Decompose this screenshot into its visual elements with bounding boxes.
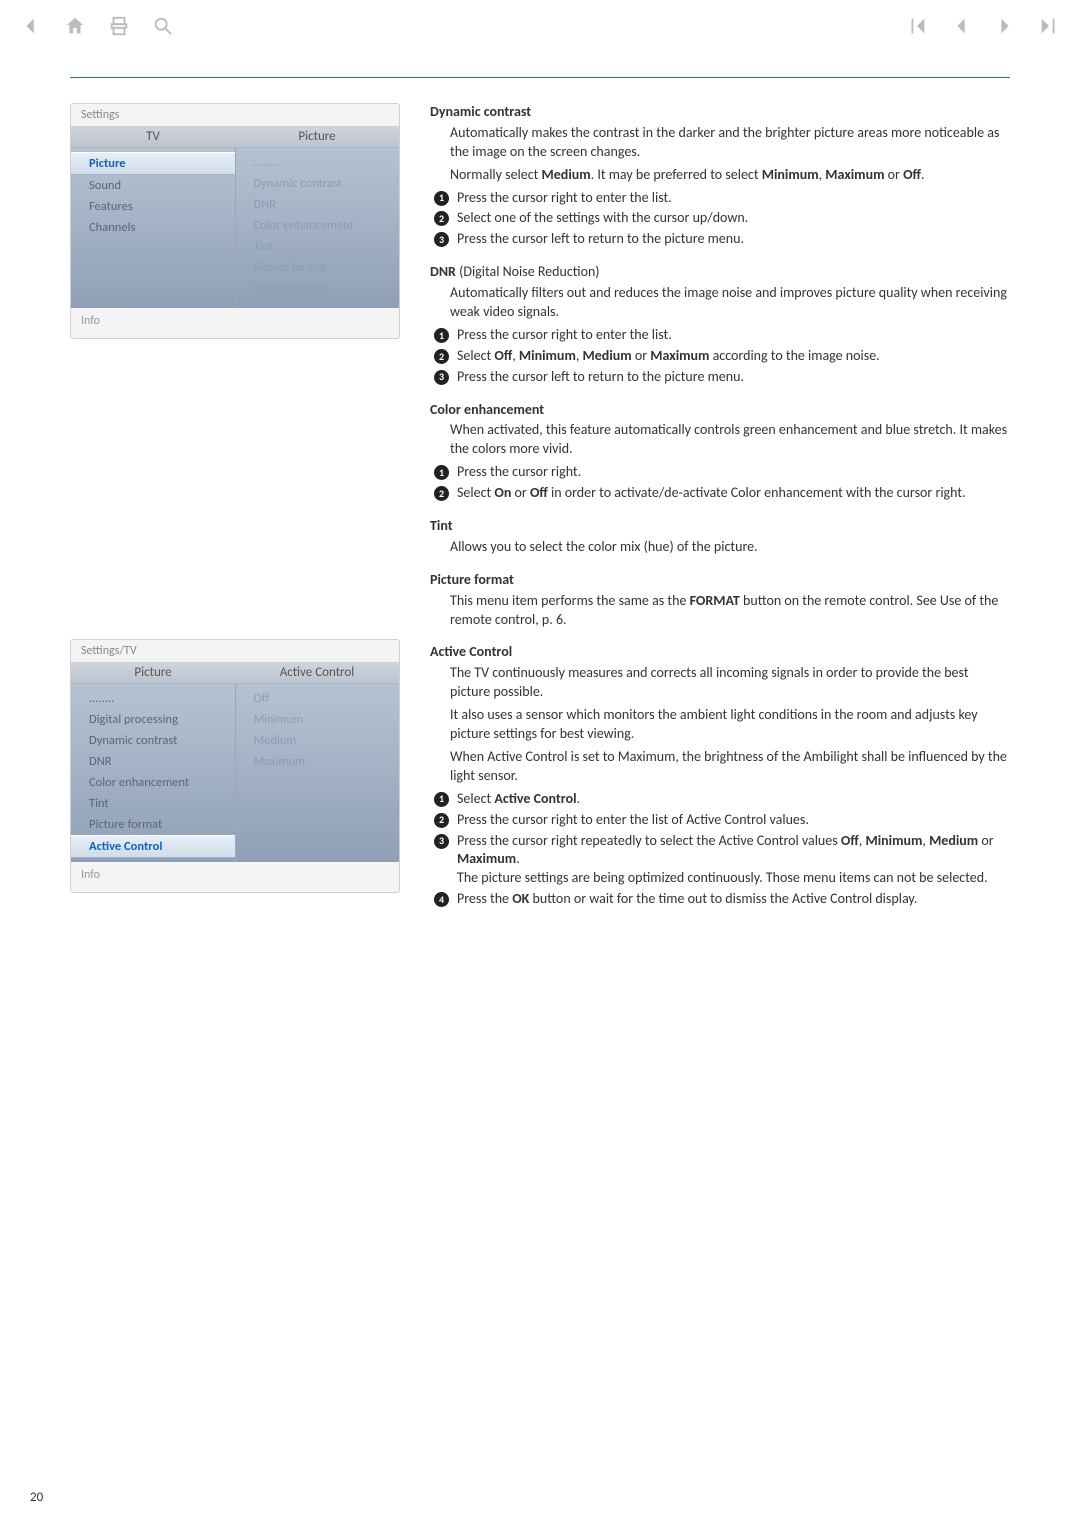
- panel1-right-list: ........ Dynamic contrast DNR Color enha…: [235, 148, 400, 308]
- panel2-left-list: ........ Digital processing Dynamic cont…: [71, 684, 235, 862]
- next-page-icon[interactable]: [994, 15, 1016, 37]
- toolbar-left: [20, 15, 174, 37]
- section-dnr: DNR (Digital Noise Reduction) Automatica…: [430, 263, 1010, 386]
- menu-item: Tint: [236, 236, 400, 257]
- menu-item[interactable]: Digital processing: [71, 709, 235, 730]
- home-icon[interactable]: [64, 15, 86, 37]
- desc: Automatically makes the contrast in the …: [450, 124, 1010, 162]
- step: 2Select On or Off in order to activate/d…: [434, 484, 1010, 503]
- menu-item: Medium: [236, 730, 400, 751]
- section-picture-format: Picture format This menu item performs t…: [430, 571, 1010, 630]
- menu-item: Minimum: [236, 709, 400, 730]
- menu-item: DNR: [236, 194, 400, 215]
- step-badge: 4: [434, 892, 449, 907]
- step-badge: 2: [434, 349, 449, 364]
- step: 1Press the cursor right.: [434, 463, 1010, 482]
- menu-item[interactable]: Picture format: [71, 814, 235, 835]
- last-page-icon[interactable]: [1038, 15, 1060, 37]
- col-head-right: Picture: [235, 126, 399, 148]
- menu-item[interactable]: Features: [71, 196, 235, 217]
- menu-item[interactable]: DNR: [71, 751, 235, 772]
- step-badge: 3: [434, 834, 449, 849]
- panel-header: Settings/TV: [71, 640, 399, 662]
- section-title: Active Control: [430, 643, 1010, 662]
- menu-item[interactable]: Picture: [71, 152, 235, 175]
- step: 1Select Active Control.: [434, 790, 1010, 809]
- right-column: Dynamic contrast Automatically makes the…: [430, 103, 1010, 923]
- settings-panel-2: Settings/TV Picture Active Control .....…: [70, 639, 400, 893]
- search-icon[interactable]: [152, 15, 174, 37]
- divider: [70, 77, 1010, 78]
- panel1-left-list: Picture Sound Features Channels: [71, 148, 235, 308]
- desc: Automatically filters out and reduces th…: [450, 284, 1010, 322]
- col-head-left: Picture: [71, 662, 235, 684]
- step-badge: 1: [434, 792, 449, 807]
- step-badge: 2: [434, 486, 449, 501]
- section-title: Color enhancement: [430, 401, 1010, 420]
- section-tint: Tint Allows you to select the color mix …: [430, 517, 1010, 557]
- menu-item[interactable]: Channels: [71, 217, 235, 238]
- section-active-control: Active Control The TV continuously measu…: [430, 643, 1010, 909]
- back-icon[interactable]: [20, 15, 42, 37]
- menu-item[interactable]: Active Control: [71, 835, 235, 858]
- section-title: Tint: [430, 517, 1010, 536]
- desc: When Active Control is set to Maximum, t…: [450, 748, 1010, 786]
- section-title: DNR (Digital Noise Reduction): [430, 263, 1010, 282]
- desc: When activated, this feature automatical…: [450, 421, 1010, 459]
- step: 2Select one of the settings with the cur…: [434, 209, 1010, 228]
- left-column: Settings TV Picture Picture Sound Featur…: [70, 103, 400, 923]
- desc: Normally select Medium. It may be prefer…: [450, 166, 1010, 185]
- section-color-enhancement: Color enhancement When activated, this f…: [430, 401, 1010, 503]
- step: 1Press the cursor right to enter the lis…: [434, 189, 1010, 208]
- step: 1Press the cursor right to enter the lis…: [434, 326, 1010, 345]
- step: 2Select Off, Minimum, Medium or Maximum …: [434, 347, 1010, 366]
- menu-item: Active Control: [236, 278, 400, 299]
- step-badge: 1: [434, 465, 449, 480]
- desc: This menu item performs the same as the …: [450, 592, 1010, 630]
- toolbar-right: [906, 15, 1060, 37]
- menu-item: Color enhancement: [236, 215, 400, 236]
- step: 3Press the cursor left to return to the …: [434, 230, 1010, 249]
- desc: Allows you to select the color mix (hue)…: [450, 538, 1010, 557]
- step-badge: 3: [434, 232, 449, 247]
- step: 4Press the OK button or wait for the tim…: [434, 890, 1010, 909]
- menu-item: Maximum: [236, 751, 400, 772]
- col-head-left: TV: [71, 126, 235, 148]
- section-title: Dynamic contrast: [430, 103, 1010, 122]
- pdf-toolbar: [0, 0, 1080, 47]
- section-dynamic-contrast: Dynamic contrast Automatically makes the…: [430, 103, 1010, 249]
- panel-footer: Info: [71, 308, 399, 338]
- menu-item: Picture format: [236, 257, 400, 278]
- step: 3Press the cursor right repeatedly to se…: [434, 832, 1010, 889]
- menu-item[interactable]: Dynamic contrast: [71, 730, 235, 751]
- desc: The TV continuously measures and correct…: [450, 664, 1010, 702]
- menu-item: Dynamic contrast: [236, 173, 400, 194]
- step-badge: 1: [434, 328, 449, 343]
- print-icon[interactable]: [108, 15, 130, 37]
- settings-panel-1: Settings TV Picture Picture Sound Featur…: [70, 103, 400, 339]
- page-number: 20: [30, 1490, 43, 1505]
- step-badge: 3: [434, 370, 449, 385]
- menu-item[interactable]: Tint: [71, 793, 235, 814]
- step-badge: 1: [434, 191, 449, 206]
- panel-footer: Info: [71, 862, 399, 892]
- menu-item[interactable]: Sound: [71, 175, 235, 196]
- col-head-right: Active Control: [235, 662, 399, 684]
- page-content: Settings TV Picture Picture Sound Featur…: [0, 103, 1080, 923]
- menu-item[interactable]: ........: [71, 688, 235, 709]
- menu-item: Off: [236, 688, 400, 709]
- section-title: Picture format: [430, 571, 1010, 590]
- prev-page-icon[interactable]: [950, 15, 972, 37]
- menu-item[interactable]: Color enhancement: [71, 772, 235, 793]
- step-badge: 2: [434, 813, 449, 828]
- first-page-icon[interactable]: [906, 15, 928, 37]
- step-badge: 2: [434, 211, 449, 226]
- menu-item: ........: [236, 152, 400, 173]
- step: 3Press the cursor left to return to the …: [434, 368, 1010, 387]
- step: 2Press the cursor right to enter the lis…: [434, 811, 1010, 830]
- panel-header: Settings: [71, 104, 399, 126]
- desc: It also uses a sensor which monitors the…: [450, 706, 1010, 744]
- panel2-right-list: Off Minimum Medium Maximum: [235, 684, 400, 862]
